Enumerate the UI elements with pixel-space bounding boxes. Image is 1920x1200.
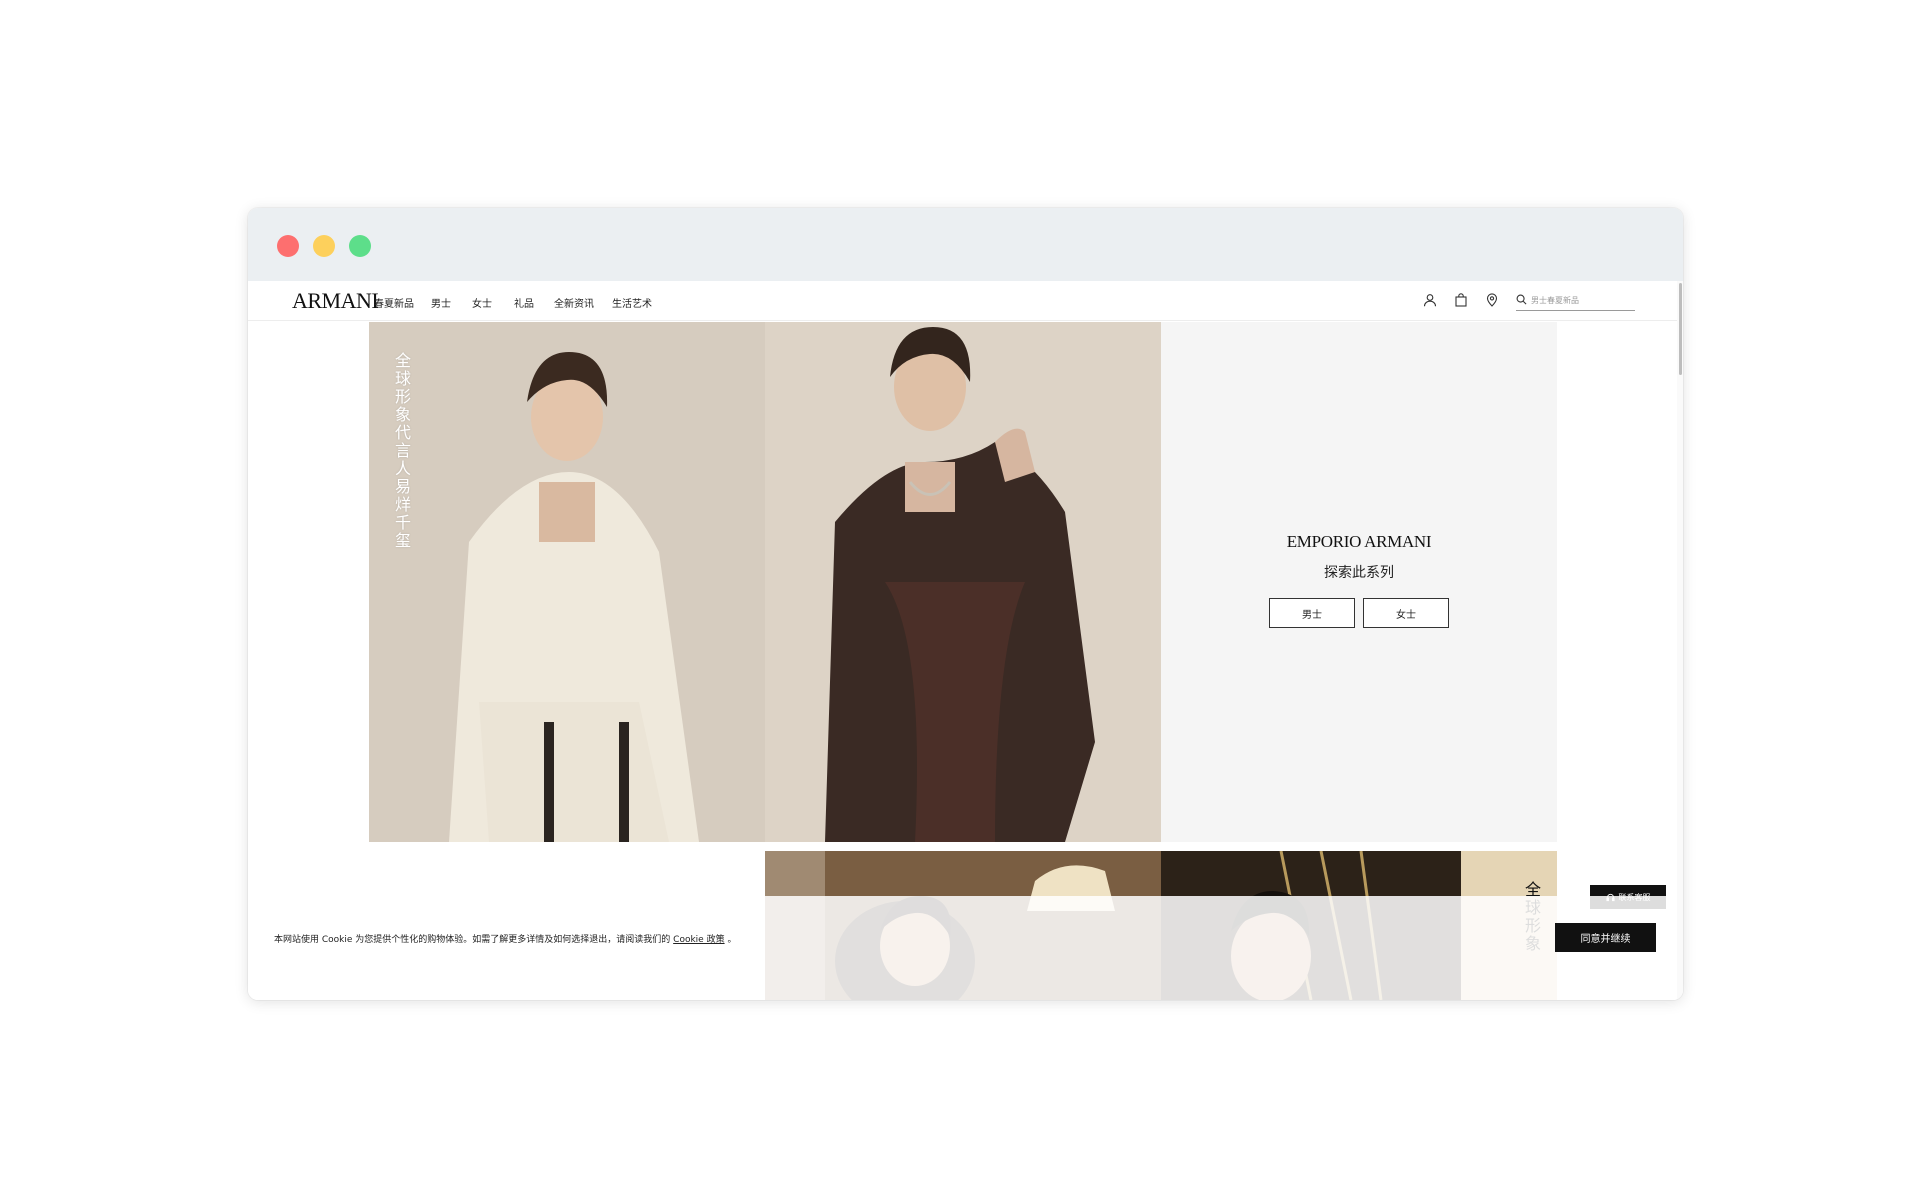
accept-cookies-button[interactable]: 同意并继续 [1555, 923, 1656, 952]
site-header: ARMANI 春夏新品 男士 女士 礼品 全新资讯 生活艺术 [248, 281, 1683, 321]
search-bar [1516, 291, 1635, 311]
nav-item-gifts[interactable]: 礼品 [514, 295, 534, 310]
hero-photo-white-suit[interactable]: 全球形象代言人 易烊千玺 [369, 322, 765, 842]
shopping-bag-icon[interactable] [1452, 291, 1470, 309]
nav-item-women[interactable]: 女士 [472, 295, 492, 310]
close-window-button[interactable] [277, 235, 299, 257]
minimize-window-button[interactable] [313, 235, 335, 257]
page-scrollbar[interactable] [1677, 281, 1683, 1000]
nav-item-lifestyle[interactable]: 生活艺术 [612, 295, 652, 310]
cookie-policy-link[interactable]: Cookie 政策 [673, 935, 724, 945]
hero-photo-dark-suit[interactable] [765, 322, 1161, 842]
cookie-notice-suffix: 。 [727, 935, 737, 945]
armani-logo[interactable]: ARMANI [292, 288, 379, 314]
hero-banner: 全球形象代言人 易烊千玺 EMPORIO ARMANI 探索此系列 男士 女士 [369, 322, 1557, 842]
nav-item-new-season[interactable]: 春夏新品 [374, 295, 414, 310]
emporio-armani-logo[interactable]: EMPORIO ARMANI [1161, 532, 1557, 552]
search-input[interactable] [1531, 292, 1631, 308]
cookie-notice-text: 本网站使用 Cookie 为您提供个性化的购物体验。如需了解更多详情及如何选择退… [274, 935, 671, 945]
page-viewport: ARMANI 春夏新品 男士 女士 礼品 全新资讯 生活艺术 男士春夏新品 全球… [248, 281, 1683, 1000]
nav-item-men[interactable]: 男士 [431, 295, 451, 310]
cookie-notice: 本网站使用 Cookie 为您提供个性化的购物体验。如需了解更多详情及如何选择退… [274, 932, 736, 945]
window-titlebar [248, 208, 1683, 281]
browser-window: ARMANI 春夏新品 男士 女士 礼品 全新资讯 生活艺术 男士春夏新品 全球… [248, 208, 1683, 1000]
collection-title: 探索此系列 [1324, 565, 1394, 581]
hero-vertical-caption: 全球形象代言人 易烊千玺 [394, 351, 411, 550]
shop-women-button[interactable]: 女士 [1363, 598, 1449, 628]
maximize-window-button[interactable] [349, 235, 371, 257]
hero-collection-panel: EMPORIO ARMANI 探索此系列 男士 女士 [1161, 322, 1557, 842]
user-icon[interactable] [1421, 291, 1439, 309]
cookie-banner: 本网站使用 Cookie 为您提供个性化的购物体验。如需了解更多详情及如何选择退… [248, 896, 1677, 1000]
shop-men-button[interactable]: 男士 [1269, 598, 1355, 628]
location-pin-icon[interactable] [1483, 291, 1501, 309]
nav-item-news[interactable]: 全新资讯 [554, 295, 594, 310]
scrollbar-thumb[interactable] [1679, 283, 1682, 375]
